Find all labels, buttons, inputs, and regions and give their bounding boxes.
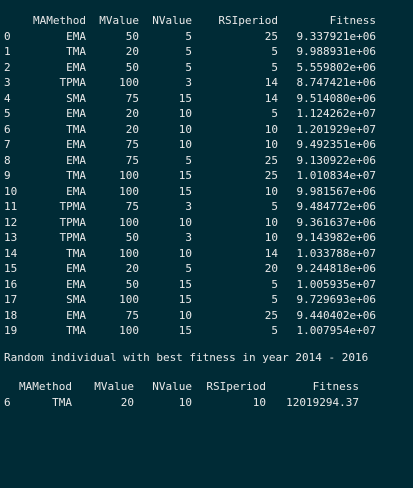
table-row: 14 TMA 100 10 14 1.033788e+07 bbox=[4, 246, 413, 262]
cell-fitness: 9.143982e+06 bbox=[296, 231, 376, 244]
console-output: MAMethod MValue NValue RSIperiod Fitness… bbox=[4, 13, 413, 410]
cell-fitness: 9.492351e+06 bbox=[296, 138, 376, 151]
cell-fitness: 9.130922e+06 bbox=[296, 153, 376, 167]
cell-fitness: 9.729693e+06 bbox=[296, 293, 376, 306]
header-fitness: Fitness bbox=[329, 14, 376, 27]
cell-fitness: 1.201929e+07 bbox=[296, 122, 376, 136]
table-row: 9 TMA 100 15 25 1.010834e+07 bbox=[4, 168, 413, 184]
table-row: 4 SMA 75 15 14 9.514080e+06 bbox=[4, 91, 413, 107]
table-row: 2 EMA 50 5 5 5.559802e+06 bbox=[4, 60, 413, 76]
cell-fitness: 8.747421e+06 bbox=[296, 76, 376, 89]
table-row: 11 TPMA 75 3 5 9.484772e+06 bbox=[4, 199, 413, 215]
table-body: 0 EMA 50 5 25 9.337921e+06 1 TMA 20 5 5 9.988931e+0… bbox=[4, 29, 413, 339]
cell-fitness: 1.005935e+07 bbox=[296, 277, 376, 291]
cell-fitness: 1.007954e+07 bbox=[296, 324, 376, 337]
cell-fitness: 5.559802e+06 bbox=[296, 60, 376, 74]
table-row: 7 EMA 75 10 10 9.492351e+06 bbox=[4, 137, 413, 153]
table-header: MAMethod MValue NValue RSIperiod Fitness bbox=[4, 13, 413, 29]
cell-fitness: 9.337921e+06 bbox=[296, 29, 376, 43]
table-row: 12 TPMA 100 10 10 9.361637e+06 bbox=[4, 215, 413, 231]
cell-fitness: 9.484772e+06 bbox=[296, 200, 376, 213]
cell-fitness: 9.244818e+06 bbox=[296, 262, 376, 275]
table-row: 1 TMA 20 5 5 9.988931e+06 bbox=[4, 44, 413, 60]
table-row: 15 EMA 20 5 20 9.244818e+06 bbox=[4, 261, 413, 277]
cell-fitness: 9.361637e+06 bbox=[296, 215, 376, 229]
table-header: MAMethod MValue NValue RSIperiod Fitness bbox=[4, 379, 413, 395]
table-row: 8 EMA 75 5 25 9.130922e+06 bbox=[4, 153, 413, 169]
table-row: 13 TPMA 50 3 10 9.143982e+06 bbox=[4, 230, 413, 246]
result-message: Random individual with best fitness in y… bbox=[4, 350, 369, 364]
table-row: 6 TMA 20 10 10 12019294.37 bbox=[4, 395, 413, 411]
table-row: 10 EMA 100 15 10 9.981567e+06 bbox=[4, 184, 413, 200]
table-row: 18 EMA 75 10 25 9.440402e+06 bbox=[4, 308, 413, 324]
table-row: 17 SMA 100 15 5 9.729693e+06 bbox=[4, 292, 413, 308]
table-row: 16 EMA 50 15 5 1.005935e+07 bbox=[4, 277, 413, 293]
table-row: 6 TMA 20 10 10 1.201929e+07 bbox=[4, 122, 413, 138]
cell-fitness: 1.010834e+07 bbox=[296, 169, 376, 182]
table-row: 5 EMA 20 10 5 1.124262e+07 bbox=[4, 106, 413, 122]
table-body: 6 TMA 20 10 10 12019294.37 bbox=[4, 395, 413, 411]
cell-fitness: 9.981567e+06 bbox=[296, 184, 376, 198]
cell-fitness: 1.124262e+07 bbox=[296, 107, 376, 120]
cell-fitness: 12019294.37 bbox=[286, 395, 359, 409]
cell-fitness: 9.514080e+06 bbox=[296, 91, 376, 105]
cell-fitness: 9.440402e+06 bbox=[296, 308, 376, 322]
table-row: 19 TMA 100 15 5 1.007954e+07 bbox=[4, 323, 413, 339]
cell-fitness: 1.033788e+07 bbox=[296, 246, 376, 260]
table-row: 3 TPMA 100 3 14 8.747421e+06 bbox=[4, 75, 413, 91]
table-row: 0 EMA 50 5 25 9.337921e+06 bbox=[4, 29, 413, 45]
header-fitness: Fitness bbox=[312, 380, 359, 393]
cell-fitness: 9.988931e+06 bbox=[296, 45, 376, 58]
